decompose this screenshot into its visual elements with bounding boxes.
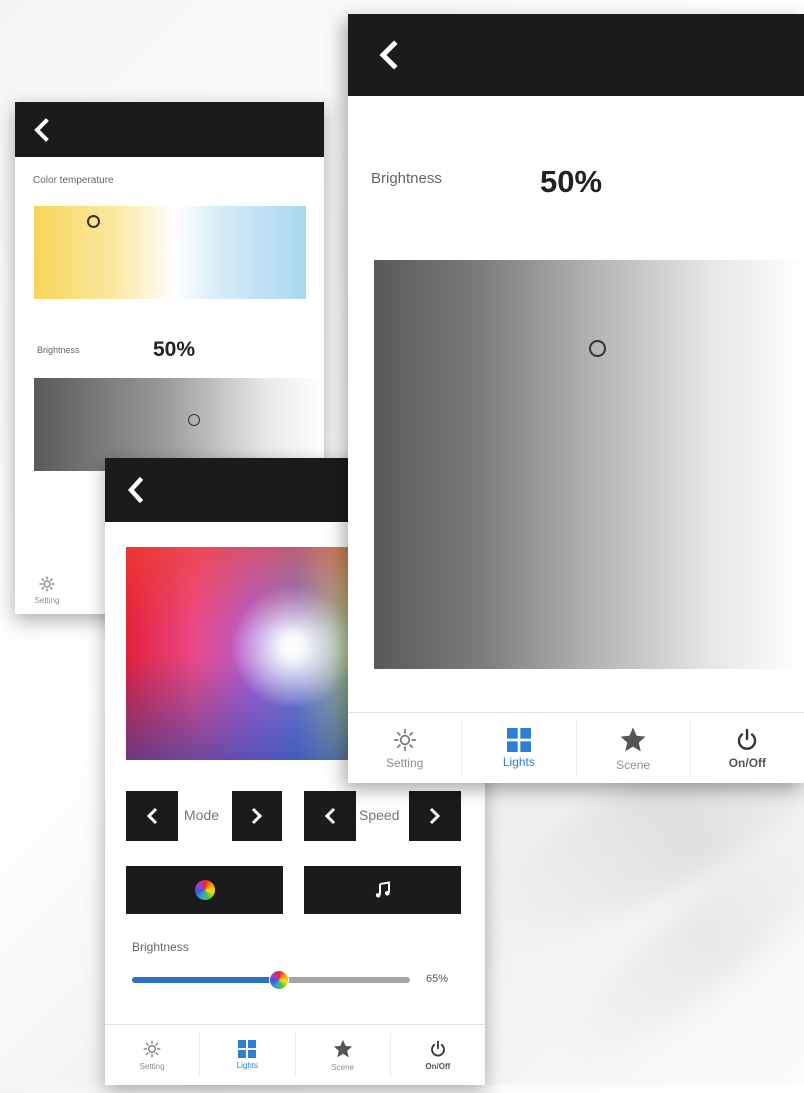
nav-label: Scene	[616, 757, 651, 772]
power-icon	[429, 1039, 447, 1059]
back-arrow-icon	[34, 117, 49, 142]
chevron-right-icon	[429, 807, 441, 825]
back-button[interactable]	[348, 14, 428, 96]
nav-lights[interactable]: Lights	[200, 1025, 294, 1085]
brightness-slider-fill	[132, 977, 280, 983]
back-arrow-icon	[127, 476, 144, 504]
brightness-label: Brightness	[132, 940, 189, 954]
bottom-nav: Setting Lights Scene On/Off	[105, 1024, 485, 1085]
gear-icon	[392, 727, 418, 753]
back-arrow-icon	[379, 40, 398, 70]
nav-onoff[interactable]: On/Off	[391, 1025, 485, 1085]
music-mode-button[interactable]	[304, 866, 461, 914]
nav-label: Scene	[331, 1063, 354, 1072]
color-temperature-cursor[interactable]	[87, 215, 101, 228]
nav-onoff[interactable]: On/Off	[691, 713, 804, 783]
chevron-left-icon	[146, 807, 158, 825]
speed-next-button[interactable]	[409, 791, 461, 841]
nav-label: On/Off	[728, 755, 767, 770]
nav-label: On/Off	[425, 1062, 451, 1071]
speed-label: Speed	[359, 807, 400, 823]
back-button[interactable]	[15, 102, 67, 157]
color-temperature-bar[interactable]	[34, 206, 306, 299]
speed-prev-button[interactable]	[304, 791, 356, 841]
brightness-slider-thumb[interactable]	[270, 971, 289, 989]
nav-label: Lights	[502, 754, 535, 769]
brightness-value: 50%	[540, 164, 603, 199]
bottom-nav: Setting Lights Scene On/Off	[348, 712, 804, 783]
back-button[interactable]	[105, 458, 165, 522]
nav-setting-label: Setting	[34, 596, 60, 605]
star-icon	[618, 725, 648, 755]
nav-setting[interactable]: Setting	[348, 713, 461, 783]
brightness-value: 50%	[153, 338, 196, 361]
nav-label: Lights	[236, 1061, 259, 1070]
color-temperature-label: Color temperature	[33, 175, 114, 186]
nav-label: Setting	[139, 1062, 165, 1071]
brightness-cursor[interactable]	[187, 414, 200, 426]
mode-label: Mode	[184, 807, 220, 823]
music-note-icon	[375, 881, 390, 898]
top-bar	[348, 14, 804, 96]
color-mode-button[interactable]	[126, 866, 283, 914]
brightness-slider[interactable]	[132, 971, 410, 989]
nav-setting[interactable]: Setting	[105, 1025, 199, 1085]
mode-prev-button[interactable]	[126, 791, 178, 841]
color-wheel-icon	[194, 880, 215, 900]
brightness-percent: 65%	[426, 973, 449, 985]
gear-icon	[142, 1039, 162, 1059]
brightness-label: Brightness	[37, 345, 80, 355]
mode-next-button[interactable]	[232, 791, 282, 841]
chevron-left-icon	[324, 807, 336, 825]
brightness-screen: Brightness 50% Setting Lights Scene On/O…	[348, 14, 804, 783]
nav-lights[interactable]: Lights	[462, 713, 575, 783]
background-streak	[538, 787, 804, 1093]
nav-scene[interactable]: Scene	[577, 713, 690, 783]
star-icon	[332, 1038, 354, 1060]
grid-icon	[238, 1040, 257, 1058]
chevron-right-icon	[251, 807, 263, 825]
brightness-cursor[interactable]	[589, 340, 607, 357]
brightness-field[interactable]	[374, 260, 804, 669]
grid-icon	[506, 727, 531, 752]
nav-setting[interactable]: Setting	[27, 570, 67, 610]
top-bar	[15, 102, 324, 157]
nav-scene[interactable]: Scene	[296, 1025, 390, 1085]
nav-label: Setting	[385, 755, 424, 770]
brightness-label: Brightness	[371, 170, 442, 187]
gear-icon	[38, 575, 56, 593]
power-icon	[735, 727, 759, 753]
